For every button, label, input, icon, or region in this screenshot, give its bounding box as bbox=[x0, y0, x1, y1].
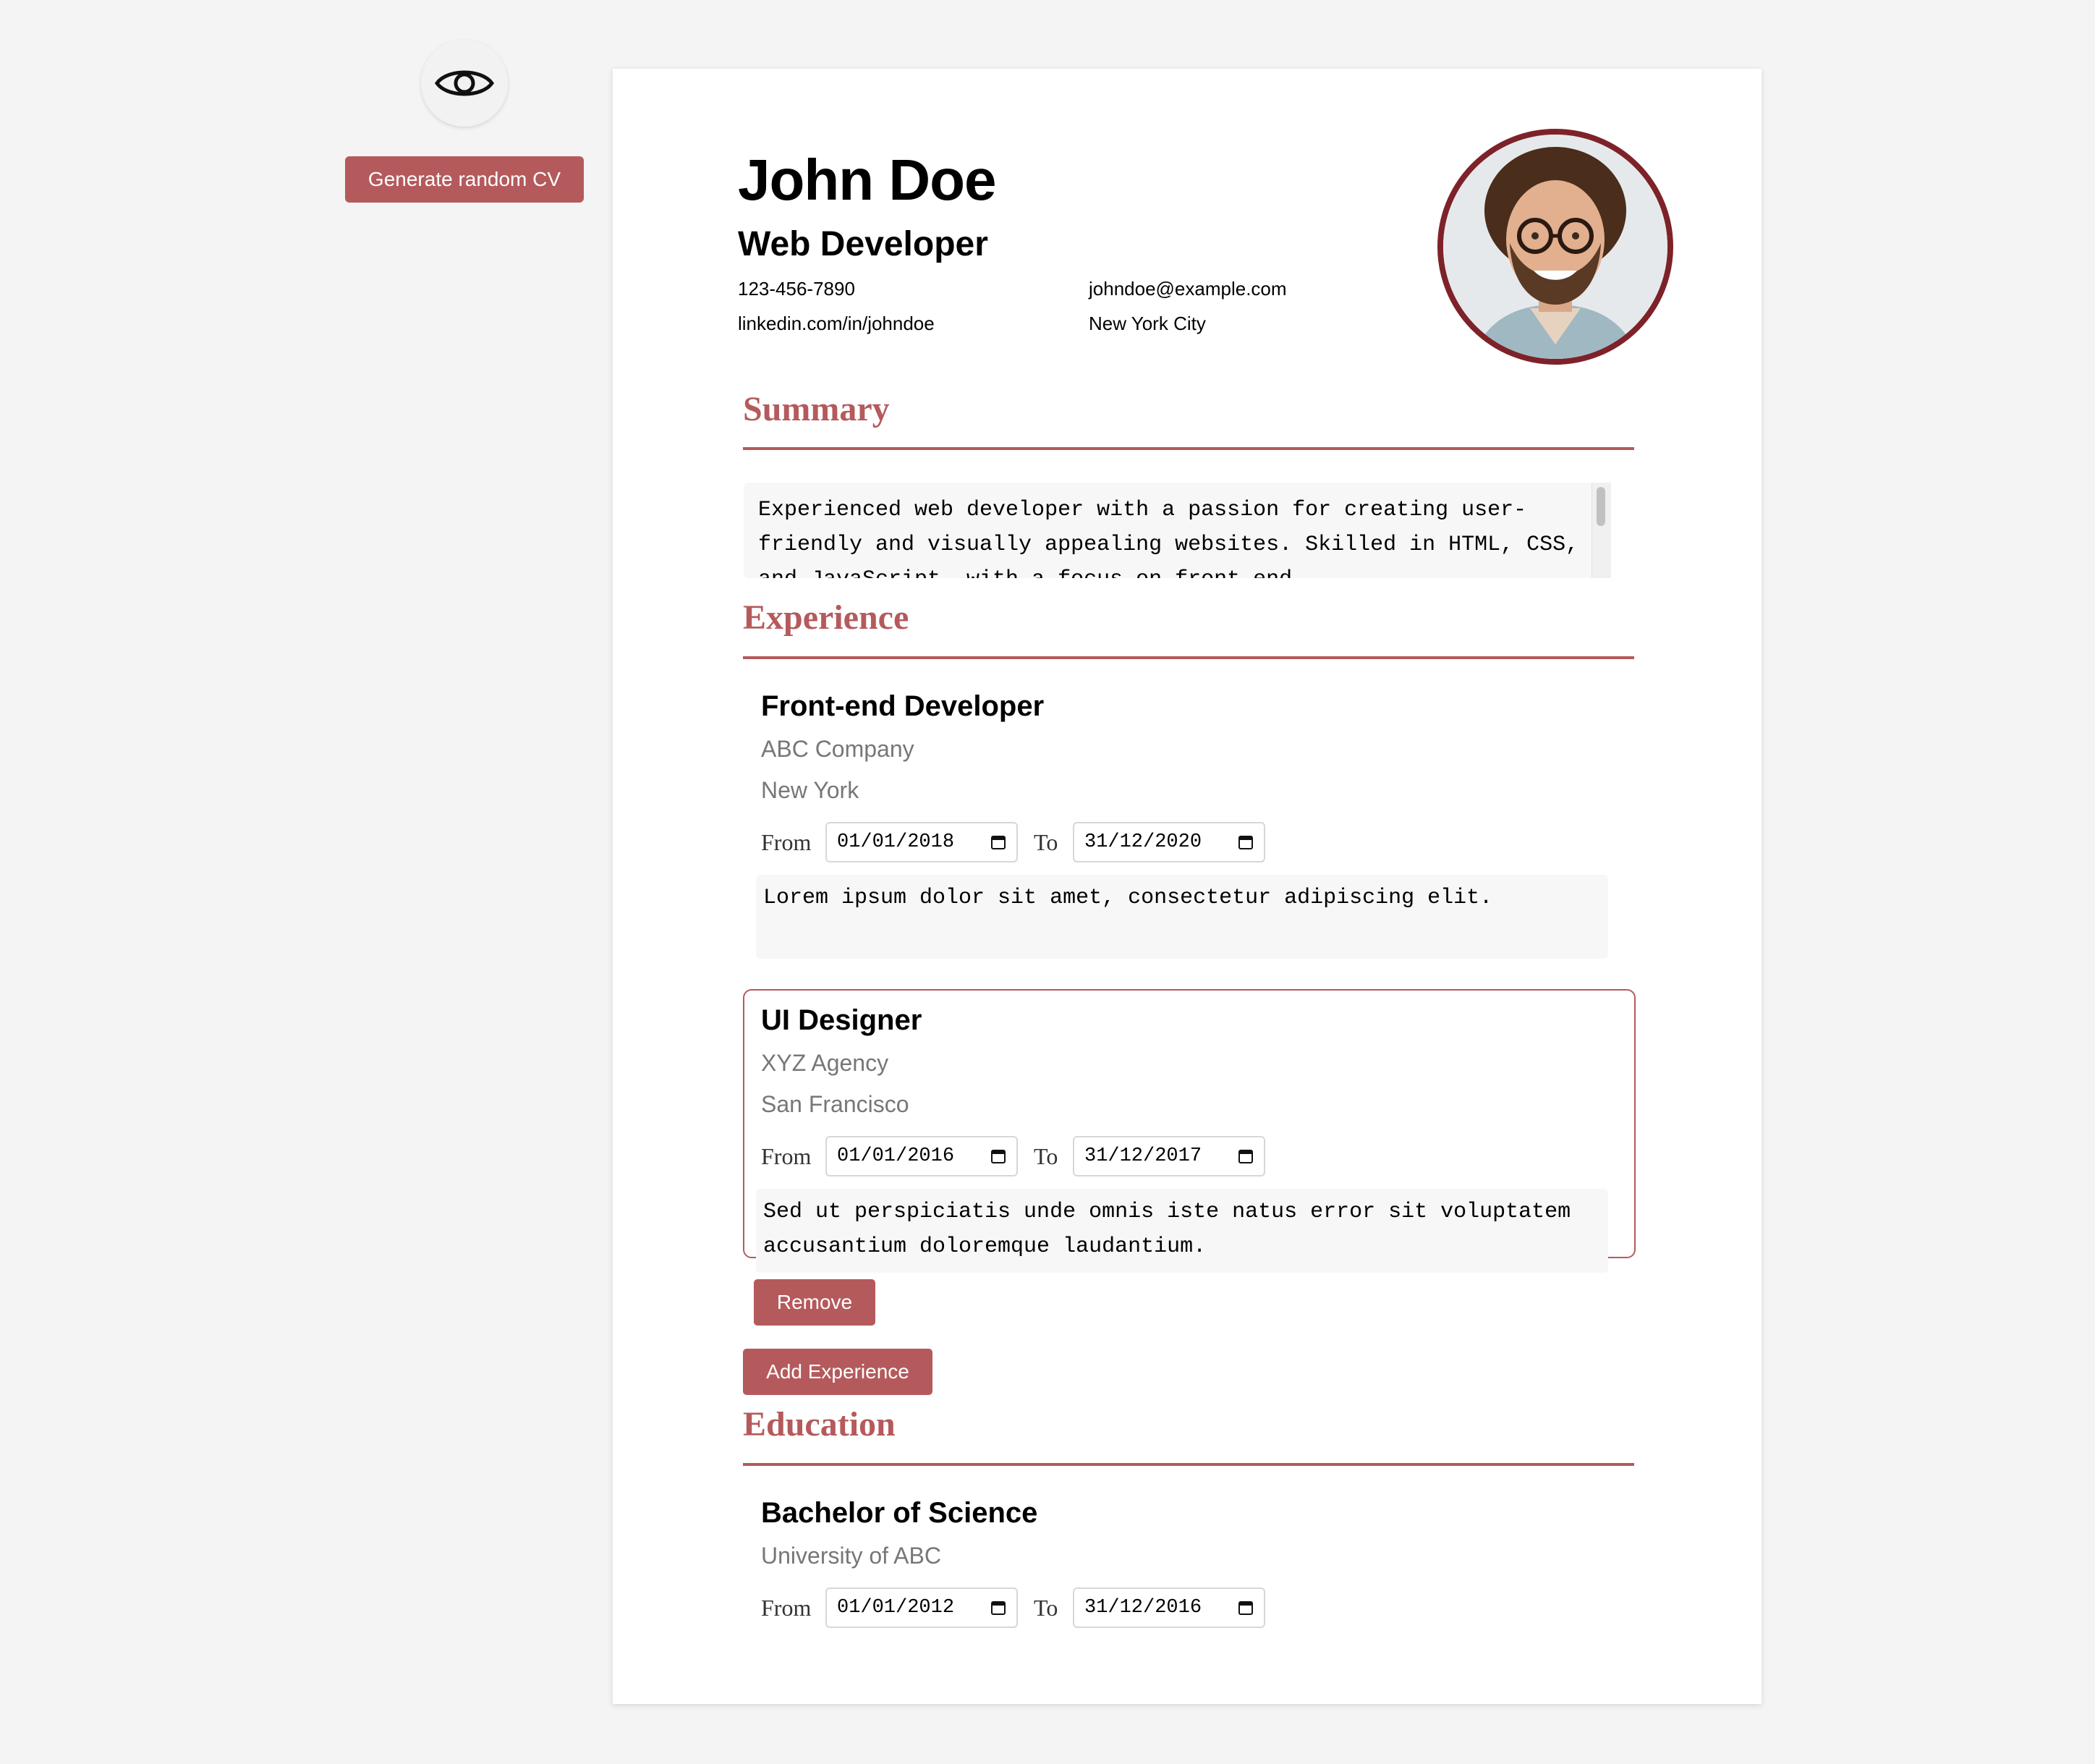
date-value: 31/12/2017 bbox=[1084, 1145, 1202, 1167]
calendar-icon[interactable] bbox=[990, 834, 1006, 850]
education-to-date-input[interactable]: 31/12/2016 bbox=[1073, 1587, 1265, 1628]
date-value: 31/12/2020 bbox=[1084, 831, 1202, 853]
to-label: To bbox=[1034, 1143, 1058, 1169]
summary-scrollbar-thumb[interactable] bbox=[1597, 487, 1605, 526]
job-description-textarea[interactable]: Lorem ipsum dolor sit amet, consectetur … bbox=[756, 875, 1608, 959]
job-to-date-input[interactable]: 31/12/2017 bbox=[1073, 1136, 1265, 1176]
date-value: 01/01/2012 bbox=[837, 1597, 955, 1619]
profile-photo[interactable] bbox=[1437, 129, 1673, 365]
date-value: 01/01/2016 bbox=[837, 1145, 955, 1167]
summary-divider bbox=[743, 447, 1634, 450]
calendar-icon[interactable] bbox=[1238, 1148, 1254, 1164]
calendar-icon[interactable] bbox=[990, 1148, 1006, 1164]
cv-role[interactable]: Web Developer bbox=[738, 224, 988, 264]
date-value: 31/12/2016 bbox=[1084, 1597, 1202, 1619]
avatar bbox=[1443, 135, 1667, 359]
experience-heading: Experience bbox=[743, 598, 909, 637]
email-field[interactable]: johndoe@example.com bbox=[1089, 278, 1287, 300]
job-location-field[interactable]: New York bbox=[761, 777, 859, 804]
from-label: From bbox=[761, 1595, 812, 1621]
to-label: To bbox=[1034, 829, 1058, 855]
phone-field[interactable]: 123-456-7890 bbox=[738, 278, 855, 300]
generate-random-cv-button[interactable]: Generate random CV bbox=[345, 156, 584, 203]
job-from-date-input[interactable]: 01/01/2018 bbox=[825, 822, 1018, 862]
to-label: To bbox=[1034, 1595, 1058, 1621]
calendar-icon[interactable] bbox=[1238, 1600, 1254, 1616]
job-from-date-input[interactable]: 01/01/2016 bbox=[825, 1136, 1018, 1176]
job-description-textarea[interactable]: Sed ut perspiciatis unde omnis iste natu… bbox=[756, 1189, 1608, 1273]
education-heading: Education bbox=[743, 1405, 896, 1443]
eye-icon bbox=[434, 70, 495, 96]
cv-page: John Doe Web Developer 123-456-7890 john… bbox=[613, 69, 1762, 1704]
remove-experience-button[interactable]: Remove bbox=[754, 1279, 875, 1326]
job-location-field[interactable]: San Francisco bbox=[761, 1091, 909, 1118]
linkedin-field[interactable]: linkedin.com/in/johndoe bbox=[738, 313, 935, 335]
date-value: 01/01/2018 bbox=[837, 831, 955, 853]
cv-name[interactable]: John Doe bbox=[738, 147, 996, 213]
job-title-field[interactable]: Front-end Developer bbox=[761, 690, 1044, 723]
education-divider bbox=[743, 1463, 1634, 1466]
location-field[interactable]: New York City bbox=[1089, 313, 1206, 335]
preview-toggle-button[interactable] bbox=[421, 40, 508, 127]
job-title-field[interactable]: UI Designer bbox=[761, 1004, 922, 1037]
from-label: From bbox=[761, 1143, 812, 1169]
experience-divider bbox=[743, 656, 1634, 659]
summary-textarea[interactable]: Experienced web developer with a passion… bbox=[744, 483, 1610, 578]
school-field[interactable]: University of ABC bbox=[761, 1543, 941, 1569]
calendar-icon[interactable] bbox=[990, 1600, 1006, 1616]
from-label: From bbox=[761, 829, 812, 855]
job-company-field[interactable]: XYZ Agency bbox=[761, 1050, 888, 1077]
job-company-field[interactable]: ABC Company bbox=[761, 736, 914, 763]
job-to-date-input[interactable]: 31/12/2020 bbox=[1073, 822, 1265, 862]
add-experience-button[interactable]: Add Experience bbox=[743, 1349, 932, 1395]
degree-field[interactable]: Bachelor of Science bbox=[761, 1497, 1037, 1530]
summary-heading: Summary bbox=[743, 390, 890, 428]
education-from-date-input[interactable]: 01/01/2012 bbox=[825, 1587, 1018, 1628]
calendar-icon[interactable] bbox=[1238, 834, 1254, 850]
